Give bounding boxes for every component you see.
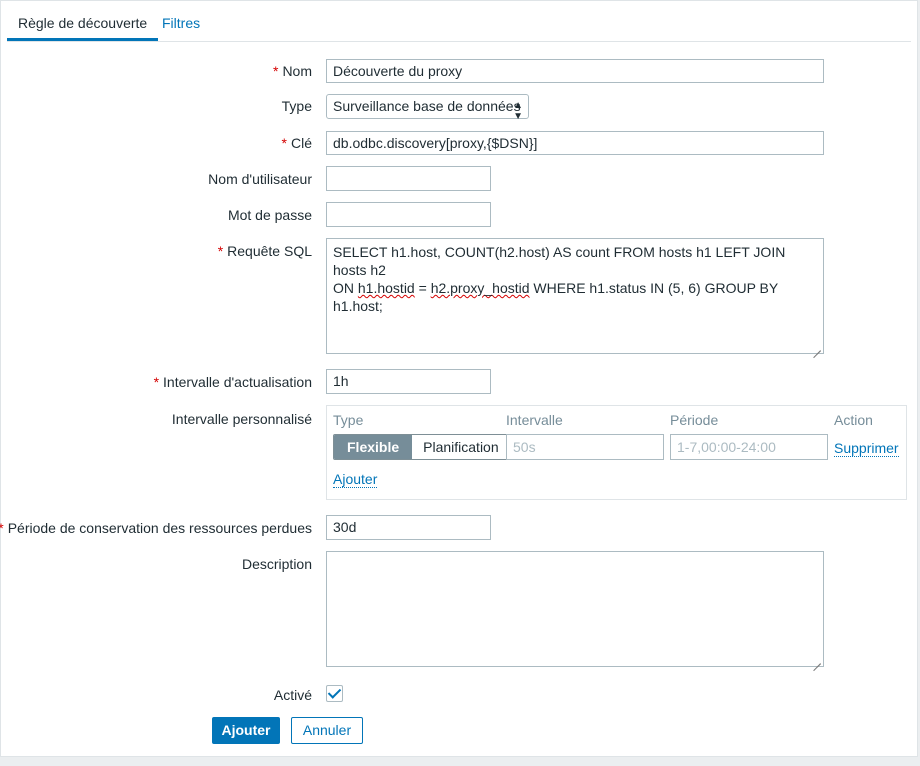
- password-input[interactable]: [326, 202, 491, 227]
- sql-query-label: * Requête SQL: [217, 243, 312, 259]
- check-icon: [327, 685, 342, 699]
- type-select[interactable]: Surveillance base de données ▲ ▼: [326, 94, 529, 122]
- sql-line-1: SELECT h1.host, COUNT(h2.host) AS count …: [333, 244, 786, 278]
- column-header-type: Type: [333, 412, 364, 428]
- description-label: Description: [241, 556, 312, 572]
- sql-query-textarea[interactable]: SELECT h1.host, COUNT(h2.host) AS count …: [326, 238, 824, 354]
- lost-resources-label: *Période de conservation des ressources …: [0, 520, 312, 536]
- remove-interval-link[interactable]: Supprimer: [834, 440, 899, 457]
- required-marker: *: [0, 520, 4, 536]
- interval-type-toggle: Flexible Planification: [333, 434, 511, 460]
- custom-interval-input[interactable]: 50s: [506, 434, 664, 460]
- required-marker: *: [153, 374, 160, 390]
- custom-period-input[interactable]: 1-7,00:00-24:00: [670, 434, 828, 460]
- update-interval-label: * Intervalle d'actualisation: [153, 374, 312, 390]
- description-textarea[interactable]: [326, 551, 824, 667]
- lost-resources-input[interactable]: 30d: [326, 515, 491, 540]
- update-interval-input[interactable]: 1h: [326, 369, 491, 394]
- name-label: * Nom: [272, 63, 312, 79]
- enabled-checkbox[interactable]: [326, 685, 343, 702]
- password-label: Mot de passe: [227, 207, 312, 223]
- form-panel: Règle de découverte Filtres * Nom Découve…: [0, 0, 918, 757]
- required-marker: *: [217, 243, 224, 259]
- type-label: Type: [281, 98, 312, 114]
- column-header-period: Période: [670, 412, 719, 428]
- resize-handle-icon[interactable]: [813, 656, 821, 664]
- column-header-interval: Intervalle: [506, 412, 563, 428]
- flexible-option[interactable]: Flexible: [334, 435, 413, 459]
- cancel-button[interactable]: Annuler: [291, 717, 363, 744]
- enabled-label: Activé: [273, 687, 312, 703]
- select-arrows-icon: ▲ ▼: [513, 100, 523, 122]
- tab-filters[interactable]: Filtres: [162, 7, 200, 40]
- required-marker: *: [281, 135, 287, 151]
- custom-intervals-label: Intervalle personnalisé: [171, 411, 312, 427]
- username-label: Nom d'utilisateur: [208, 171, 312, 187]
- sql-line-2: ON h1.hostid = h2.proxy_hostid WHERE h1.…: [333, 280, 778, 314]
- key-input[interactable]: db.odbc.discovery[proxy,{$DSN}]: [326, 131, 824, 155]
- tab-bar: Règle de découverte Filtres: [7, 7, 911, 42]
- scheduling-option[interactable]: Planification: [412, 435, 510, 459]
- type-select-value: Surveillance base de données: [333, 98, 521, 114]
- tab-discovery-rule[interactable]: Règle de découverte: [7, 7, 159, 41]
- add-interval-link[interactable]: Ajouter: [333, 471, 378, 488]
- resize-handle-icon[interactable]: [813, 343, 821, 351]
- custom-intervals-table: Type Intervalle Période Action Flexible …: [326, 405, 907, 500]
- required-marker: *: [272, 63, 279, 79]
- name-input[interactable]: Découverte du proxy: [326, 59, 824, 83]
- username-input[interactable]: [326, 166, 491, 191]
- add-button[interactable]: Ajouter: [212, 717, 280, 744]
- key-label: * Clé: [281, 135, 312, 151]
- column-header-action: Action: [834, 412, 873, 428]
